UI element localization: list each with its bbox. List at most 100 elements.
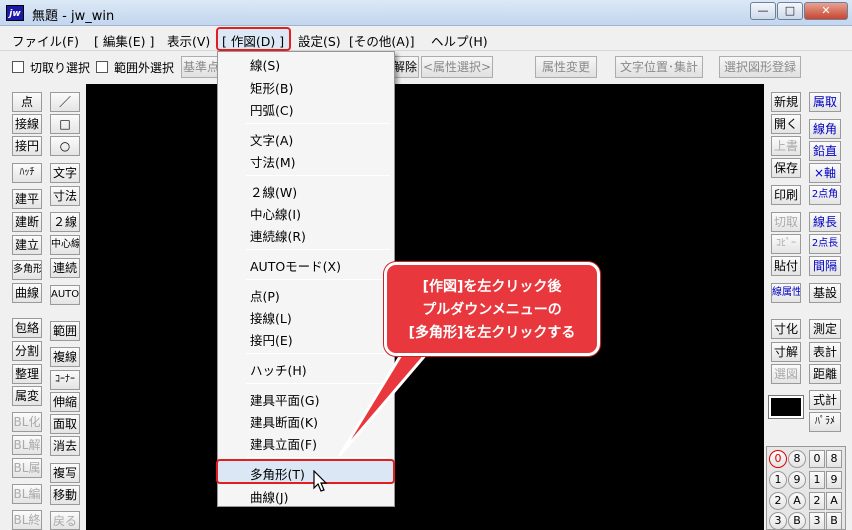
tool-range[interactable]: 範囲 bbox=[50, 321, 80, 341]
layer-group-1[interactable]: 1 bbox=[769, 471, 787, 489]
menu-settings[interactable]: 設定(S) bbox=[298, 31, 341, 50]
layer-group-0[interactable]: 0 bbox=[769, 450, 787, 468]
menu-item-rectangle[interactable]: 矩形(B) bbox=[250, 78, 293, 97]
tool-dim-release[interactable]: 寸解 bbox=[771, 342, 801, 362]
tool-block-attr[interactable]: BL属 bbox=[12, 458, 42, 478]
menu-item-point[interactable]: 点(P) bbox=[250, 286, 280, 305]
tool-erase[interactable]: 消去 bbox=[50, 436, 80, 456]
menu-item-text[interactable]: 文字(A) bbox=[250, 130, 293, 149]
tool-dimension[interactable]: 寸法 bbox=[50, 186, 80, 206]
tool-parametric[interactable]: ﾊﾟﾗﾒ bbox=[809, 412, 841, 432]
tool-tangent-circle[interactable]: 接円 bbox=[12, 136, 42, 156]
tool-double-line[interactable]: ２線 bbox=[50, 212, 80, 232]
attr-change-button[interactable]: 属性変更 bbox=[535, 56, 597, 78]
tool-distance[interactable]: 距離 bbox=[809, 364, 841, 384]
tool-fitting-elevation[interactable]: 建立 bbox=[12, 235, 42, 255]
tool-center-line[interactable]: 中心線 bbox=[50, 235, 80, 255]
tool-cut[interactable]: 切取 bbox=[771, 212, 801, 232]
text-pos-total-button[interactable]: 文字位置･集計 bbox=[615, 56, 703, 78]
tool-print[interactable]: 印刷 bbox=[771, 185, 801, 205]
menu-edit[interactable]: [ 編集(E) ] bbox=[94, 31, 154, 50]
layer-group-3[interactable]: 3 bbox=[769, 512, 787, 530]
menu-item-double-line[interactable]: ２線(W) bbox=[250, 182, 297, 201]
tool-tangent[interactable]: 接線 bbox=[12, 114, 42, 134]
menu-item-curve[interactable]: 曲線(J) bbox=[250, 487, 288, 506]
tool-auto[interactable]: AUTO bbox=[50, 285, 80, 305]
tool-stretch[interactable]: 伸縮 bbox=[50, 392, 80, 412]
menu-other[interactable]: [その他(A)] bbox=[349, 31, 415, 50]
layer-group-b[interactable]: B bbox=[788, 512, 806, 530]
tool-fitting-plan[interactable]: 建平 bbox=[12, 189, 42, 209]
tool-x-axis[interactable]: ×軸 bbox=[809, 163, 841, 183]
tool-formula-calc[interactable]: 式計 bbox=[809, 390, 841, 410]
tool-measure[interactable]: 測定 bbox=[809, 319, 841, 339]
tool-undo[interactable]: 戻る bbox=[50, 511, 80, 530]
menu-item-auto-mode[interactable]: AUTOモード(X) bbox=[250, 256, 341, 275]
tool-cleanup[interactable]: 整理 bbox=[12, 364, 42, 384]
cancel-button[interactable]: 解除 bbox=[391, 56, 419, 78]
layer-0[interactable]: 0 bbox=[809, 450, 825, 468]
menu-file[interactable]: ファイル(F) bbox=[12, 31, 79, 50]
menu-item-tangent-circle[interactable]: 接円(E) bbox=[250, 330, 293, 349]
layer-3[interactable]: 3 bbox=[809, 512, 825, 530]
tool-corner[interactable]: ｺｰﾅｰ bbox=[50, 370, 80, 390]
menu-item-fitting-elevation[interactable]: 建具立面(F) bbox=[250, 434, 317, 453]
menu-help[interactable]: ヘルプ(H) bbox=[431, 31, 488, 50]
tool-block-end[interactable]: BL終 bbox=[12, 510, 42, 530]
layer-1[interactable]: 1 bbox=[809, 471, 825, 489]
tool-spacing[interactable]: 間隔 bbox=[809, 256, 841, 276]
menu-item-polygon[interactable]: 多角形(T) bbox=[250, 464, 305, 483]
tool-block-release[interactable]: BL解 bbox=[12, 435, 42, 455]
layer-2[interactable]: 2 bbox=[809, 492, 825, 510]
tool-attr-change[interactable]: 属変 bbox=[12, 386, 42, 406]
tool-block-create[interactable]: BL化 bbox=[12, 412, 42, 432]
tool-offset[interactable]: 複線 bbox=[50, 347, 80, 367]
tool-envelope[interactable]: 包絡 bbox=[12, 318, 42, 338]
tool-line-icon[interactable]: ／ bbox=[50, 92, 80, 112]
crop-select-checkbox[interactable] bbox=[12, 61, 24, 73]
line-color-swatch[interactable] bbox=[769, 396, 803, 418]
tool-base-setting[interactable]: 基設 bbox=[809, 283, 841, 303]
tool-vertical[interactable]: 鉛直 bbox=[809, 141, 841, 161]
tool-two-point-length[interactable]: 2点長 bbox=[809, 234, 841, 254]
tool-two-point-angle[interactable]: 2点角 bbox=[809, 185, 841, 205]
tool-text[interactable]: 文字 bbox=[50, 163, 80, 183]
tool-paste[interactable]: 貼付 bbox=[771, 256, 801, 276]
menu-item-fitting-plan[interactable]: 建具平面(G) bbox=[250, 390, 319, 409]
tool-rectangle-icon[interactable]: □ bbox=[50, 114, 80, 134]
tool-clipboard-copy[interactable]: ｺﾋﾟｰ bbox=[771, 234, 801, 254]
layer-b[interactable]: B bbox=[826, 512, 842, 530]
tool-line-angle[interactable]: 線角 bbox=[809, 119, 841, 139]
layer-group-8[interactable]: 8 bbox=[788, 450, 806, 468]
tool-copy[interactable]: 複写 bbox=[50, 463, 80, 483]
tool-new[interactable]: 新規 bbox=[771, 92, 801, 112]
layer-8[interactable]: 8 bbox=[826, 450, 842, 468]
layer-9[interactable]: 9 bbox=[826, 471, 842, 489]
tool-fitting-section[interactable]: 建断 bbox=[12, 212, 42, 232]
tool-continuous[interactable]: 連続 bbox=[50, 258, 80, 278]
tool-curve[interactable]: 曲線 bbox=[12, 283, 42, 303]
tool-point[interactable]: 点 bbox=[12, 92, 42, 112]
tool-chamfer[interactable]: 面取 bbox=[50, 414, 80, 434]
tool-dim-create[interactable]: 寸化 bbox=[771, 319, 801, 339]
menu-item-line[interactable]: 線(S) bbox=[250, 55, 280, 74]
tool-line-length[interactable]: 線長 bbox=[809, 212, 841, 232]
maximize-button[interactable]: □ bbox=[777, 2, 803, 20]
tool-hatch[interactable]: ﾊｯﾁ bbox=[12, 163, 42, 183]
tool-line-attr[interactable]: 線属性 bbox=[771, 283, 801, 303]
layer-a[interactable]: A bbox=[826, 492, 842, 510]
tool-divide[interactable]: 分割 bbox=[12, 341, 42, 361]
menu-view[interactable]: 表示(V) bbox=[167, 31, 210, 50]
tool-save[interactable]: 保存 bbox=[771, 158, 801, 178]
tool-block-edit[interactable]: BL編 bbox=[12, 484, 42, 504]
tool-overwrite[interactable]: 上書 bbox=[771, 136, 801, 156]
menu-item-arc[interactable]: 円弧(C) bbox=[250, 100, 293, 119]
tool-circle-icon[interactable]: ○ bbox=[50, 136, 80, 156]
menu-item-fitting-section[interactable]: 建具断面(K) bbox=[250, 412, 318, 431]
tool-table-calc[interactable]: 表計 bbox=[809, 342, 841, 362]
close-button[interactable]: ✕ bbox=[804, 2, 848, 20]
tool-polygon[interactable]: 多角形 bbox=[12, 260, 42, 280]
tool-select-shape[interactable]: 選図 bbox=[771, 364, 801, 384]
layer-group-2[interactable]: 2 bbox=[769, 492, 787, 510]
menu-item-dimension[interactable]: 寸法(M) bbox=[250, 152, 296, 171]
